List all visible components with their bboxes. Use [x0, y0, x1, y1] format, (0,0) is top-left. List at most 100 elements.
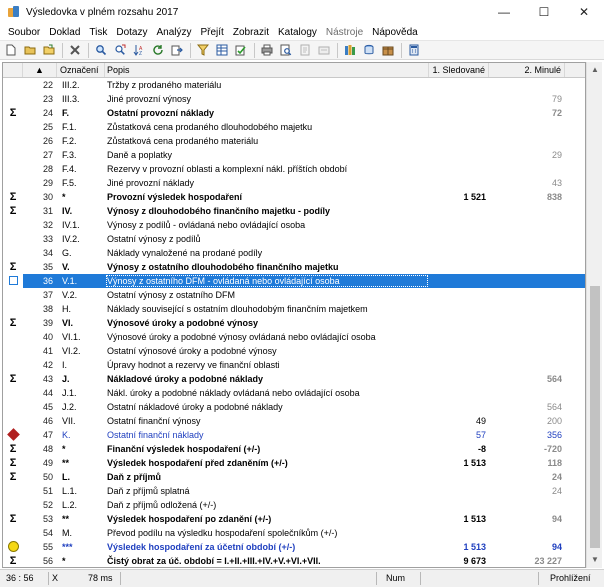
table-row[interactable]: 45 J.2. Ostatní nákladové úroky a podobné …: [3, 400, 585, 414]
row-current-value: [429, 204, 489, 218]
print-icon[interactable]: [258, 42, 276, 59]
row-number: 43: [42, 374, 53, 384]
sum-icon: Σ: [9, 457, 17, 469]
row-code: VI.: [62, 318, 74, 328]
table-row[interactable]: 33 IV.2. Ostatní výnosy z podílů: [3, 232, 585, 246]
table-row[interactable]: Σ 53 ** Výsledek hospodaření po zdanění (+/…: [3, 512, 585, 526]
minimize-button[interactable]: —: [484, 0, 524, 24]
row-previous-value: [489, 204, 565, 218]
menu-katalogy[interactable]: Katalogy: [274, 27, 321, 38]
row-description: Výsledek hospodaření před zdaněním (+/-): [107, 458, 288, 468]
menu-prejit[interactable]: Přejít: [197, 27, 228, 38]
table-row[interactable]: 22 III.2. Tržby z prodaného materiálu: [3, 78, 585, 92]
books-icon[interactable]: [341, 42, 359, 59]
table-row[interactable]: 41 VI.2. Ostatní výnosové úroky a podobné …: [3, 344, 585, 358]
table-row[interactable]: 52 L.2. Daň z příjmů odložená (+/-): [3, 498, 585, 512]
header-previous-period[interactable]: 2. Minulé: [489, 63, 565, 77]
sort-arrow-icon[interactable]: ▲: [23, 63, 57, 77]
row-current-value: [429, 274, 489, 288]
new-document-icon[interactable]: [2, 42, 20, 59]
scroll-down-icon[interactable]: ▼: [587, 552, 603, 568]
table-row[interactable]: 25 F.1. Zůstatková cena prodaného dlouhodo…: [3, 120, 585, 134]
row-mark: [3, 134, 23, 148]
table-row[interactable]: 27 F.3. Daně a poplatky 29: [3, 148, 585, 162]
delete-icon[interactable]: [66, 42, 84, 59]
table-row[interactable]: Σ 49 ** Výsledek hospodaření před zdaněním …: [3, 456, 585, 470]
save-icon[interactable]: [21, 42, 39, 59]
row-current-value: [429, 120, 489, 134]
row-code: VI.2.: [62, 346, 81, 356]
table-row[interactable]: 54 M. Převod podílu na výsledku hospodařen…: [3, 526, 585, 540]
row-code: F.4.: [62, 164, 77, 174]
row-mark: [3, 246, 23, 260]
print-preview-icon[interactable]: [277, 42, 295, 59]
table-row-selected[interactable]: 36 V.1. Výnosy z ostatního DFM - ovládaná …: [3, 274, 585, 288]
scroll-up-icon[interactable]: ▲: [587, 62, 603, 78]
header-current-period[interactable]: 1. Sledované: [429, 63, 489, 77]
filter-icon[interactable]: [194, 42, 212, 59]
page-setup-icon: [296, 42, 314, 59]
package-icon[interactable]: [379, 42, 397, 59]
table-row[interactable]: 26 F.2. Zůstatková cena prodaného materiál…: [3, 134, 585, 148]
table-row[interactable]: 32 IV.1. Výnosy z podílů - ovládaná nebo o…: [3, 218, 585, 232]
maximize-button[interactable]: ☐: [524, 0, 564, 24]
table-row[interactable]: Σ 39 VI. Výnosové úroky a podobné výnosy: [3, 316, 585, 330]
table-row[interactable]: 51 L.1. Daň z příjmů splatná 24: [3, 484, 585, 498]
row-number: 34: [42, 248, 53, 258]
table-row[interactable]: 28 F.4. Rezervy v provozní oblasti a kompl…: [3, 162, 585, 176]
table-row[interactable]: Σ 43 J. Nákladové úroky a podobné náklady 56…: [3, 372, 585, 386]
row-previous-value: [489, 358, 565, 372]
table-row[interactable]: Σ 30 * Provozní výsledek hospodaření 1 521 83…: [3, 190, 585, 204]
export-icon[interactable]: [168, 42, 186, 59]
calculator-icon[interactable]: [405, 42, 423, 59]
table-row[interactable]: 40 VI.1. Výnosové úroky a podobné výnosy o…: [3, 330, 585, 344]
menu-analyzy[interactable]: Analýzy: [152, 27, 195, 38]
table-row[interactable]: 42 I. Úpravy hodnot a rezervy ve finanční …: [3, 358, 585, 372]
row-previous-value: 118: [547, 458, 562, 468]
vertical-scrollbar[interactable]: ▲ ▼: [586, 62, 602, 568]
data-grid[interactable]: ▲ Označení Popis 1. Sledované 2. Minulé …: [2, 62, 586, 568]
row-description: Rezervy v provozní oblasti a komplexní n…: [107, 164, 348, 174]
header-code[interactable]: Označení: [57, 63, 105, 77]
header-description[interactable]: Popis: [105, 63, 429, 77]
close-button[interactable]: ✕: [564, 0, 604, 24]
menu-doklad[interactable]: Doklad: [45, 27, 84, 38]
row-selector-icon: [3, 274, 23, 288]
table-row[interactable]: Σ 48 * Finanční výsledek hospodaření (+/-) -…: [3, 442, 585, 456]
refresh-icon[interactable]: [149, 42, 167, 59]
sort-icon[interactable]: AZ: [130, 42, 148, 59]
table-row[interactable]: Σ 35 V. Výnosy z ostatního dlouhodobého fin…: [3, 260, 585, 274]
row-current-value: -8: [477, 444, 486, 454]
table-row[interactable]: 37 V.2. Ostatní výnosy z ostatního DFM: [3, 288, 585, 302]
open-folder-icon[interactable]: [40, 42, 58, 59]
table-row[interactable]: 47 K. Ostatní finanční náklady 57 356: [3, 428, 585, 442]
scroll-thumb[interactable]: [590, 286, 600, 548]
menu-napoveda[interactable]: Nápověda: [368, 27, 422, 38]
database-icon[interactable]: [360, 42, 378, 59]
menu-dotazy[interactable]: Dotazy: [112, 27, 151, 38]
table-row[interactable]: 44 J.1. Nákl. úroky a podobné náklady ovlá…: [3, 386, 585, 400]
table-row[interactable]: Σ 24 F. Ostatní provozní náklady 72: [3, 106, 585, 120]
columns-icon[interactable]: [213, 42, 231, 59]
row-current-value: [429, 484, 489, 498]
table-row[interactable]: 46 VII. Ostatní finanční výnosy 49 200: [3, 414, 585, 428]
search-icon[interactable]: [92, 42, 110, 59]
sum-icon: Σ: [9, 205, 17, 217]
menu-zobrazit[interactable]: Zobrazit: [229, 27, 273, 38]
check-icon[interactable]: [232, 42, 250, 59]
table-row[interactable]: 29 F.5. Jiné provozní náklady 43: [3, 176, 585, 190]
table-row[interactable]: Σ 56 * Čistý obrat za úč. období = I.+II.+I…: [3, 554, 585, 567]
table-row[interactable]: 34 G. Náklady vynaložené na prodané podíly: [3, 246, 585, 260]
menu-soubor[interactable]: Soubor: [4, 27, 44, 38]
row-code: *: [62, 444, 66, 454]
row-description: Výnosy z ostatního dlouhodobého finanční…: [107, 262, 339, 272]
table-row[interactable]: 55 *** Výsledek hospodaření za účetní obdo…: [3, 540, 585, 554]
table-row[interactable]: 38 H. Náklady související s ostatním dlouh…: [3, 302, 585, 316]
menu-tisk[interactable]: Tisk: [85, 27, 111, 38]
table-row[interactable]: 23 III.3. Jiné provozní výnosy 79: [3, 92, 585, 106]
row-code: V.1.: [62, 276, 78, 286]
menu-nastroje[interactable]: Nástroje: [322, 27, 367, 38]
table-row[interactable]: Σ 50 L. Daň z příjmů 24: [3, 470, 585, 484]
find-next-icon[interactable]: [111, 42, 129, 59]
table-row[interactable]: Σ 31 IV. Výnosy z dlouhodobého finančního m…: [3, 204, 585, 218]
